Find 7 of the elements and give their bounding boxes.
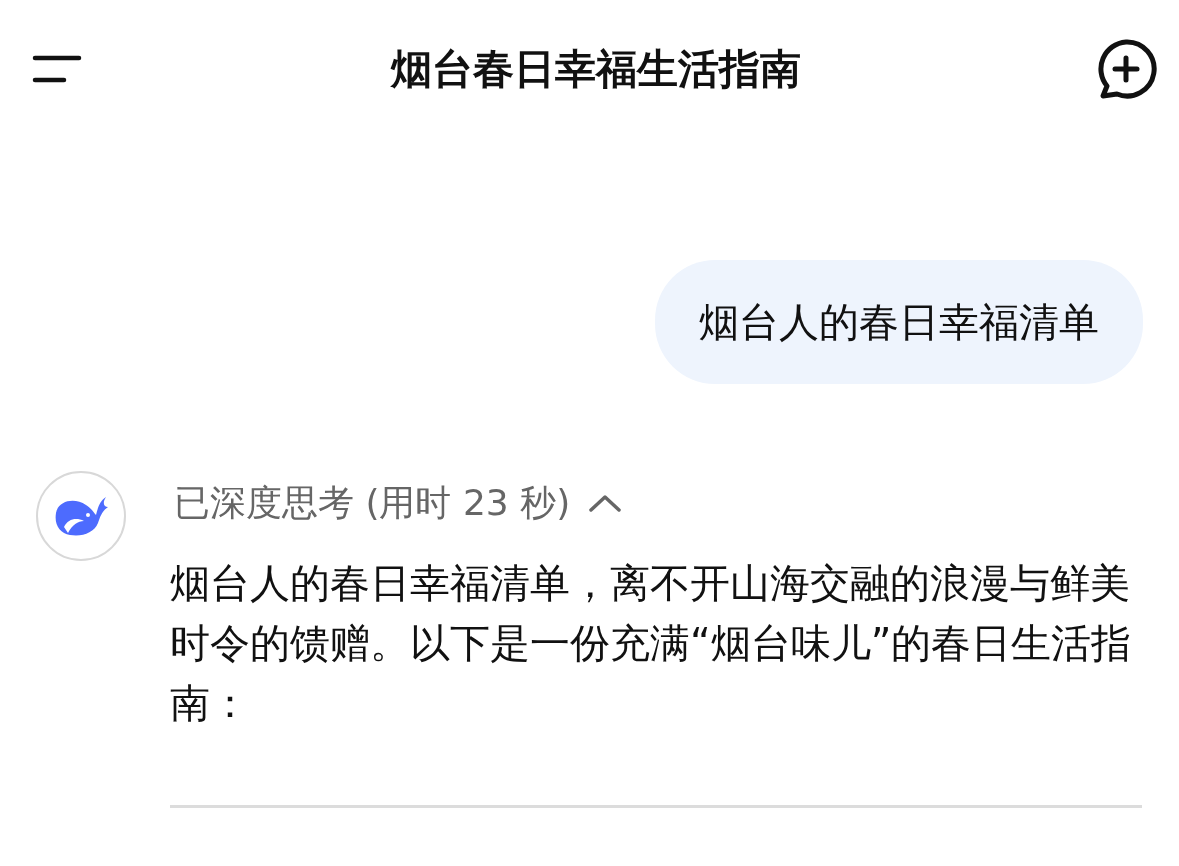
caret-icon — [588, 493, 623, 513]
chat-title: 烟台春日幸福生活指南 — [390, 43, 801, 95]
user-message: 烟台人的春日幸福清单 — [655, 260, 1143, 384]
thinking-toggle[interactable]: 已深度思考 (用时 23 秒) — [174, 479, 623, 527]
reply-paragraph: 烟台人的春日幸福清单，离不开山海交融的浪漫与鲜美时令的馈赠。以下是一份充满“烟台味儿”的春日生活指南： — [170, 559, 1133, 728]
menu-icon[interactable] — [32, 54, 82, 84]
new-chat-icon[interactable] — [1095, 38, 1157, 100]
